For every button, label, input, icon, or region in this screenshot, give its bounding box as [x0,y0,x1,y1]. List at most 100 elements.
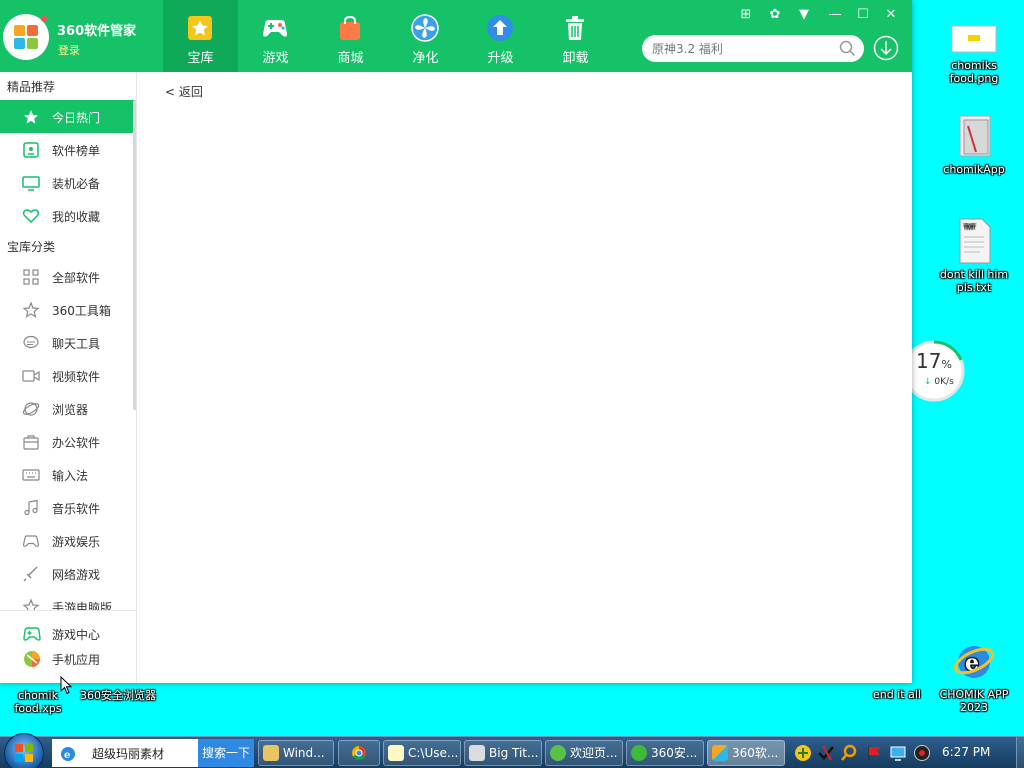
tray-monitor-icon[interactable] [889,744,907,762]
sidebar-item-entertainment[interactable]: 游戏娱乐 [0,524,136,557]
desktop-icon-chomikapp[interactable]: chomikApp [932,112,1016,176]
desktop-icon-dont-kill-him[interactable]: TXT dont kill him pls.txt [932,217,1016,294]
search-icon[interactable] [839,40,856,57]
taskbar-button-notepad[interactable]: C:\Use... [383,740,461,766]
gamepad-outline-icon [22,535,40,547]
360-safe-icon [631,745,647,761]
sidebar-item-office[interactable]: 办公软件 [0,425,136,458]
sidebar-item-essentials[interactable]: 装机必备 [0,166,136,199]
video-camera-icon [22,370,40,382]
sidebar-item-game-center[interactable]: 游戏中心 [0,622,136,646]
taskbar-button-360-safe[interactable]: 360安... [626,740,704,766]
desktop-icon-label: chomiks food.png [949,59,999,85]
tab-games[interactable]: 游戏 [238,0,313,72]
360-software-icon [712,745,728,761]
sidebar-scrollbar[interactable] [133,100,136,410]
main-nav: 宝库 游戏 商城 净化 升级 卸载 [163,0,613,72]
sidebar-item-favorites[interactable]: 我的收藏 [0,199,136,232]
taskbar-clock[interactable]: 6:27 PM [942,745,990,759]
star-icon [188,16,212,40]
tray-volume-icon[interactable] [913,744,931,762]
notepad-icon [388,745,404,761]
back-link[interactable]: < 返回 [165,83,203,100]
tray-shield-icon[interactable] [794,744,812,762]
start-button[interactable] [4,733,44,768]
sidebar-item-chat[interactable]: 聊天工具 [0,326,136,359]
desktop-icon-label: chomikApp [943,163,1005,176]
tab-upgrade[interactable]: 升级 [463,0,538,72]
ie-icon: e [953,646,995,678]
grid-icon[interactable]: ⊞ [736,5,756,25]
windows-logo-icon [15,744,33,762]
folder-icon [263,745,279,761]
trash-icon [566,16,584,40]
heart-icon [22,209,40,224]
menu-dropdown-icon[interactable]: ▼ [794,5,814,25]
taskbar: e 超级玛丽素材 搜索一下 Wind... C:\Use... Big Tit.… [0,733,1024,768]
app-logo-icon [3,14,49,60]
sidebar-item-all-software[interactable]: 全部软件 [0,260,136,293]
sidebar-item-rankings[interactable]: 软件榜单 [0,133,136,166]
show-desktop-button[interactable] [1016,737,1024,768]
tray-flag-icon[interactable] [865,744,883,762]
sidebar-item-mobile-apps[interactable]: 手机应用 [0,647,136,671]
toolbar-search-button[interactable]: 搜索一下 [198,739,254,767]
chat-bubble-icon [23,335,39,349]
desktop-icon-label: chomik food.xps [14,689,62,715]
desktop-icon-360-browser[interactable]: 360安全浏览器 [78,689,158,702]
close-button[interactable]: ✕ [881,5,901,25]
maximize-button[interactable]: ☐ [853,5,873,25]
tab-clean[interactable]: 净化 [388,0,463,72]
desktop-icon-label: CHOMIK APP 2023 [939,688,1009,714]
skin-icon[interactable]: ✿ [765,5,785,25]
sidebar-item-today-hot[interactable]: 今日热门 [0,100,136,133]
tray-check-icon[interactable] [817,744,835,762]
section-title-categories: 宝库分类 [7,240,56,254]
svg-text:TXT: TXT [963,224,976,231]
ranking-icon [23,142,39,158]
browser-icon [22,402,40,416]
app-name: 360软件管家 [57,24,137,39]
shopping-bag-icon [340,15,360,40]
star-outline-icon [22,301,40,318]
download-icon[interactable] [873,35,899,61]
search-box [642,35,864,62]
tab-uninstall[interactable]: 卸载 [538,0,613,72]
chrome-icon [352,746,366,760]
software-manager-window: 360软件管家 登录 宝库 游戏 商城 净化 升级 卸载 ⊞ ✿ ▼ — ☐ ✕… [0,0,912,683]
mouse-cursor-icon [60,676,73,695]
welcome-page-icon [550,745,566,761]
desktop-icon-end-it-all[interactable]: end it all [855,688,939,701]
sidebar-item-music[interactable]: 音乐软件 [0,491,136,524]
taskbar-button-chrome[interactable] [338,740,380,766]
desktop-icon-label: 360安全浏览器 [80,689,156,702]
sidebar-item-input-method[interactable]: 输入法 [0,458,136,491]
search-input[interactable] [652,39,832,58]
text-file-icon: TXT [959,218,991,264]
taskbar-button-welcome[interactable]: 欢迎页... [545,740,623,766]
tab-mall[interactable]: 商城 [313,0,388,72]
tab-baoku[interactable]: 宝库 [163,0,238,72]
monitor-icon [22,176,40,191]
taskbar-button-explorer[interactable]: Wind... [258,740,334,766]
image-file-icon [951,25,997,53]
sidebar-item-video[interactable]: 视频软件 [0,359,136,392]
toolbar-search-text[interactable]: 超级玛丽素材 [92,745,164,762]
music-note-icon [24,499,38,516]
sidebar-item-browser[interactable]: 浏览器 [0,392,136,425]
svg-text:e: e [64,750,70,761]
taskbar-button-big-tit[interactable]: Big Tit... [464,740,542,766]
ie-icon[interactable]: e [58,743,78,763]
desktop-icon-chomiks-food[interactable]: chomiks food.png [932,22,1016,85]
sidebar-item-360-toolbox[interactable]: 360工具箱 [0,293,136,326]
taskbar-button-360-software[interactable]: 360软... [707,740,785,766]
browser-toolbar: e 超级玛丽素材 [52,739,198,767]
sidebar-item-online-games[interactable]: 网络游戏 [0,557,136,590]
desktop-icon-chomik-app-2023[interactable]: e CHOMIK APP 2023 [932,637,1016,714]
minimize-button[interactable]: — [825,5,845,25]
sidebar-bottom: 游戏中心 手机应用 [0,610,136,683]
login-link[interactable]: 登录 [58,42,80,58]
tray-search-icon[interactable] [840,744,858,762]
fan-icon [411,14,439,42]
grid-icon [23,269,39,285]
